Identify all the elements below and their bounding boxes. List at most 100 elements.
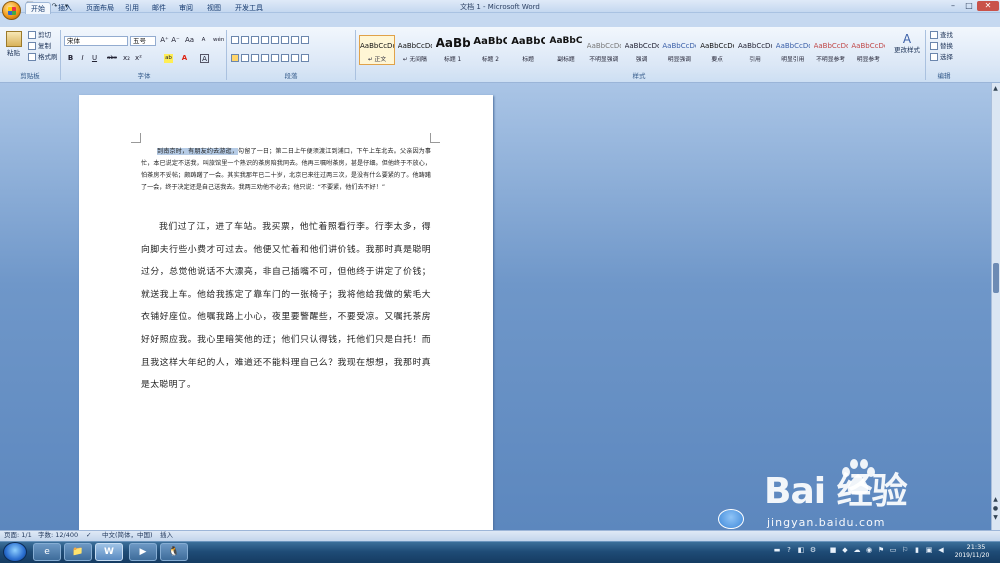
subscript-button[interactable]: x₂: [122, 54, 131, 63]
italic-button[interactable]: I: [78, 54, 87, 63]
scroll-thumb[interactable]: [993, 263, 999, 293]
borders-icon[interactable]: [301, 54, 309, 62]
style-item[interactable]: AaBbC 标题 2: [472, 35, 508, 65]
superscript-button[interactable]: x²: [134, 54, 143, 63]
tab-page-layout[interactable]: 页面布局: [81, 2, 119, 14]
line-spacing-icon[interactable]: [281, 54, 289, 62]
font-size-combo[interactable]: 五号: [130, 36, 156, 46]
style-item[interactable]: AaBbCcDd ↵ 无间隔: [397, 35, 433, 65]
tray-chat-icon[interactable]: ◉: [865, 546, 873, 554]
tab-home[interactable]: 开始: [25, 2, 51, 14]
taskbar-word-icon[interactable]: W: [95, 543, 123, 561]
clock-time[interactable]: 21:35: [956, 543, 996, 551]
tray-monitor-icon[interactable]: ▭: [889, 546, 897, 554]
style-item[interactable]: AaBbCcDd 要点: [699, 35, 735, 65]
format-painter-button[interactable]: 格式刷: [28, 53, 58, 62]
strikethrough-button[interactable]: abc: [105, 54, 119, 63]
scroll-up-icon[interactable]: ▲: [992, 85, 999, 93]
clock-date[interactable]: 2019/11/20: [946, 552, 998, 559]
tray-network-status-icon[interactable]: ▣: [925, 546, 933, 554]
tab-references[interactable]: 引用: [120, 2, 144, 14]
taskbar-media-icon[interactable]: ▶: [129, 543, 157, 561]
tab-review[interactable]: 审阅: [174, 2, 198, 14]
clear-format-button[interactable]: A: [199, 36, 208, 45]
taskbar-qq-icon[interactable]: 🐧: [160, 543, 188, 561]
tab-view[interactable]: 视图: [202, 2, 226, 14]
increase-indent-icon[interactable]: [271, 36, 279, 44]
tab-developer[interactable]: 开发工具: [230, 2, 268, 14]
tab-insert[interactable]: 插入: [53, 2, 77, 14]
style-item[interactable]: AaBbCcDd 强调: [624, 35, 660, 65]
replace-button[interactable]: 替换: [930, 42, 953, 51]
page-count[interactable]: 页面: 1/1: [4, 531, 32, 540]
tray-signal-icon[interactable]: ▮: [913, 546, 921, 554]
paste-button[interactable]: 粘贴: [7, 49, 20, 58]
tray-app-icon[interactable]: ■: [829, 546, 837, 554]
style-item[interactable]: AaBbCcDd 明显参考: [850, 35, 886, 65]
style-item[interactable]: AaBbC 副标题: [548, 35, 584, 65]
show-marks-icon[interactable]: [301, 36, 309, 44]
justify-icon[interactable]: [261, 54, 269, 62]
close-button[interactable]: ✕: [977, 1, 999, 11]
tray-keyboard-icon[interactable]: ▬: [773, 546, 781, 554]
proofing-icon[interactable]: ✓: [86, 531, 91, 540]
change-case-button[interactable]: Aa: [185, 36, 194, 45]
shrink-font-button[interactable]: A⁻: [171, 36, 180, 45]
vertical-scrollbar[interactable]: [991, 83, 1000, 530]
decrease-indent-icon[interactable]: [261, 36, 269, 44]
align-left-icon[interactable]: [231, 54, 239, 62]
style-item[interactable]: AaBbCcDd ↵ 正文: [359, 35, 395, 65]
start-button[interactable]: [3, 542, 27, 562]
cut-button[interactable]: 剪切: [28, 31, 51, 40]
grow-font-button[interactable]: A⁺: [160, 36, 169, 45]
tray-network-icon[interactable]: ◧: [797, 546, 805, 554]
maximize-button[interactable]: □: [961, 1, 977, 11]
style-item[interactable]: AaBbCcDd 明显强调: [661, 35, 697, 65]
find-button[interactable]: 查找: [930, 31, 953, 40]
taskbar-folder-icon[interactable]: 📁: [64, 543, 92, 561]
style-item[interactable]: AaBbCcDd 不明显强调: [586, 35, 622, 65]
char-border-button[interactable]: A: [200, 54, 209, 63]
insert-mode[interactable]: 插入: [160, 531, 173, 540]
paragraph-1[interactable]: 到南京时，有朋友约去游逛，勾留了一日；第二日上午便须渡江到浦口，下午上车北去。父…: [141, 146, 431, 194]
multilevel-list-icon[interactable]: [251, 36, 259, 44]
font-name-combo[interactable]: 宋体: [64, 36, 128, 46]
style-item[interactable]: AaBbCcDd 不明显参考: [813, 35, 849, 65]
style-item[interactable]: AaBbCcDd 明显引用: [775, 35, 811, 65]
phonetic-guide-button[interactable]: wén: [213, 36, 224, 45]
selected-text[interactable]: 到南京时，有朋友约去游逛，: [157, 148, 238, 155]
style-item[interactable]: AaBbC 标题: [510, 35, 546, 65]
sort-icon[interactable]: [291, 36, 299, 44]
word-count[interactable]: 字数: 12/400: [38, 531, 78, 540]
underline-button[interactable]: U: [90, 54, 99, 63]
tray-security-icon[interactable]: ◆: [841, 546, 849, 554]
next-page-icon[interactable]: ▼: [992, 514, 999, 522]
tray-flag-icon-2[interactable]: ⚐: [901, 546, 909, 554]
style-item[interactable]: AaBb 标题 1: [435, 35, 471, 65]
bold-button[interactable]: B: [66, 54, 75, 63]
office-button[interactable]: [2, 1, 21, 20]
align-center-icon[interactable]: [241, 54, 249, 62]
taskbar-ie-icon[interactable]: e: [33, 543, 61, 561]
browse-object-icon[interactable]: ●: [992, 505, 999, 513]
select-button[interactable]: 选择: [930, 53, 953, 62]
tray-volume-icon[interactable]: ◀: [937, 546, 945, 554]
tray-settings-icon[interactable]: ⚙: [809, 546, 817, 554]
bullets-icon[interactable]: [231, 36, 239, 44]
minimize-button[interactable]: –: [945, 1, 961, 11]
language-status[interactable]: 中文(简体，中国): [102, 531, 153, 540]
align-right-icon[interactable]: [251, 54, 259, 62]
change-styles-button[interactable]: A 更改样式: [892, 32, 922, 58]
chinese-layout-icon[interactable]: [281, 36, 289, 44]
numbering-icon[interactable]: [241, 36, 249, 44]
distributed-icon[interactable]: [271, 54, 279, 62]
tray-help-icon[interactable]: ?: [785, 546, 793, 554]
tray-cloud-icon[interactable]: ☁: [853, 546, 861, 554]
copy-button[interactable]: 复制: [28, 42, 51, 51]
font-color-button[interactable]: A: [180, 54, 189, 63]
shading-icon[interactable]: [291, 54, 299, 62]
paragraph-2[interactable]: 我们过了江，进了车站。我买票，他忙着照看行李。行李太多，得向脚夫行些小费才可过去…: [141, 216, 431, 397]
tray-flag-icon[interactable]: ⚑: [877, 546, 885, 554]
highlight-button[interactable]: ab: [164, 54, 173, 63]
tab-mailings[interactable]: 邮件: [147, 2, 171, 14]
